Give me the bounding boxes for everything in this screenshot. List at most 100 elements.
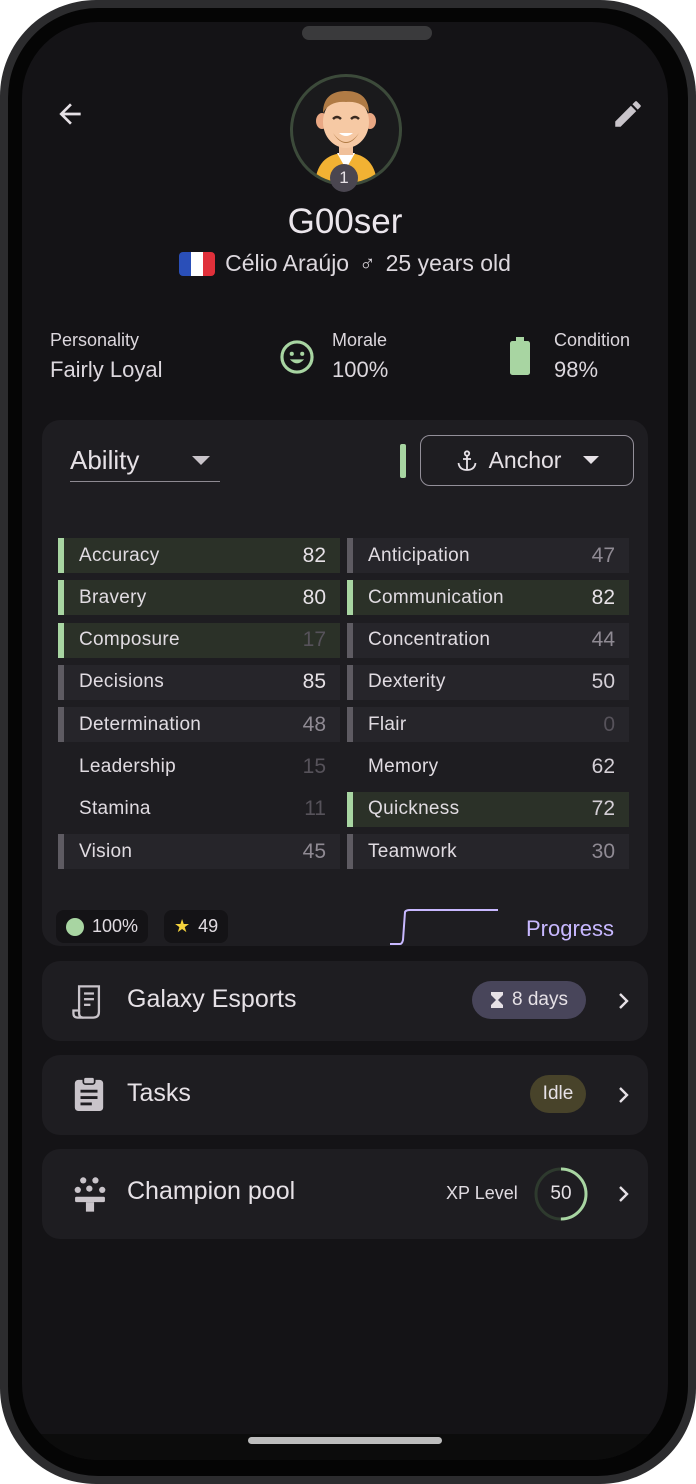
attribute-highlight-bar xyxy=(347,622,353,658)
hourglass-icon xyxy=(491,992,503,1008)
team-name: Galaxy Esports xyxy=(127,985,297,1013)
morale-icon-wrap xyxy=(278,338,316,381)
attribute-value: 85 xyxy=(302,670,326,694)
attribute-value: 48 xyxy=(302,712,326,736)
attribute-row: Concentration 44 xyxy=(347,622,629,658)
attribute-row: Accuracy 82 xyxy=(58,538,340,573)
france-flag-icon xyxy=(179,251,216,276)
attribute-highlight-bar xyxy=(58,538,64,573)
tasks-card[interactable]: Tasks Idle xyxy=(42,1055,648,1135)
xp-level-label: XP Level xyxy=(446,1183,518,1203)
attribute-row: Decisions 85 xyxy=(58,664,340,700)
tasks-title: Tasks xyxy=(127,1079,191,1107)
screen: 1 G00ser Célio Araújo ♂ 25 years old Per… xyxy=(22,22,668,1460)
attribute-row: Flair 0 xyxy=(347,707,629,743)
xp-level-value: 50 xyxy=(550,1183,572,1204)
pencil-icon xyxy=(615,101,641,127)
attribute-name: Concentration xyxy=(368,629,491,651)
personality-value: Fairly Loyal xyxy=(50,357,163,382)
attribute-row: Anticipation 47 xyxy=(347,538,629,573)
attribute-highlight-bar xyxy=(58,664,64,700)
back-button[interactable] xyxy=(50,94,90,134)
attribute-value: 0 xyxy=(603,712,615,736)
attribute-highlight-bar xyxy=(58,834,64,870)
team-contract-card[interactable]: Galaxy Esports 8 days xyxy=(42,961,648,1041)
condition-block: Condition 98% xyxy=(554,330,630,383)
attribute-name: Teamwork xyxy=(368,840,457,862)
attribute-row: Stamina 11 xyxy=(58,792,340,827)
attribute-value: 82 xyxy=(302,543,326,567)
attribute-name: Decisions xyxy=(79,671,165,693)
champion-pool-icon xyxy=(74,1177,106,1212)
home-indicator[interactable] xyxy=(248,1437,442,1444)
champion-pool-card[interactable]: Champion pool XP Level 50 xyxy=(42,1149,648,1239)
attribute-highlight-bar xyxy=(58,580,64,616)
side-button xyxy=(690,212,696,437)
attribute-name: Communication xyxy=(368,586,504,608)
ability-card: Ability Anchor Accuracy 82 Bravery 80 Compos… xyxy=(42,420,648,946)
personality-block: Personality Fairly Loyal xyxy=(50,330,162,383)
attribute-name: Flair xyxy=(368,713,407,735)
attribute-value: 30 xyxy=(591,839,615,863)
attribute-name: Stamina xyxy=(79,798,151,820)
side-button xyxy=(690,497,696,597)
player-subtitle: Célio Araújo ♂ 25 years old xyxy=(22,250,668,277)
gender-icon: ♂ xyxy=(359,250,376,276)
attribute-value: 62 xyxy=(591,755,615,778)
attribute-row: Dexterity 50 xyxy=(347,664,629,700)
task-status-badge: Idle xyxy=(530,1075,586,1113)
condition-label: Condition xyxy=(554,330,631,350)
attribute-row: Memory 62 xyxy=(347,750,629,785)
stars-value: 49 xyxy=(198,916,219,936)
stars-chip: ★ 49 xyxy=(164,910,229,943)
attribute-row: Composure 17 xyxy=(58,622,340,658)
role-color-indicator xyxy=(400,444,406,478)
personality-label: Personality xyxy=(50,330,140,350)
fitness-chip: 100% xyxy=(56,910,149,943)
ability-dropdown-label: Ability xyxy=(70,445,140,475)
attribute-value: 47 xyxy=(591,543,615,567)
chevron-right-icon xyxy=(619,1087,629,1103)
attribute-value: 44 xyxy=(591,628,615,652)
attribute-name: Determination xyxy=(79,713,202,735)
attribute-row: Leadership 15 xyxy=(58,750,340,785)
attribute-name: Vision xyxy=(79,840,133,862)
condition-value: 98% xyxy=(554,357,599,382)
xp-level-ring: 50 xyxy=(533,1166,589,1222)
attribute-name: Dexterity xyxy=(368,671,446,693)
edit-button[interactable] xyxy=(608,94,648,134)
star-icon: ★ xyxy=(174,916,191,936)
attribute-value: 50 xyxy=(591,670,615,694)
contract-remaining: 8 days xyxy=(512,989,568,1010)
clipboard-icon xyxy=(74,1076,104,1111)
chevron-right-icon xyxy=(619,1186,629,1202)
dropdown-arrow-icon xyxy=(583,456,600,465)
player-real-name: Célio Araújo xyxy=(225,250,350,276)
progress-link[interactable]: Progress xyxy=(526,916,614,942)
attribute-name: Bravery xyxy=(79,586,147,608)
player-age: 25 years old xyxy=(385,250,511,276)
top-notch xyxy=(302,26,432,40)
attribute-row: Bravery 80 xyxy=(58,580,340,616)
chevron-right-icon xyxy=(619,993,629,1009)
morale-value: 100% xyxy=(332,357,389,382)
condition-icon-wrap xyxy=(508,336,532,381)
attribute-name: Anticipation xyxy=(368,544,470,566)
happy-face-icon xyxy=(280,340,314,374)
role-dropdown-button[interactable]: Anchor xyxy=(420,435,634,486)
ability-dropdown[interactable]: Ability xyxy=(70,440,220,482)
attribute-row: Quickness 72 xyxy=(347,791,629,827)
back-arrow-icon xyxy=(59,103,81,125)
morale-label: Morale xyxy=(332,330,388,350)
attribute-name: Leadership xyxy=(79,756,177,777)
attribute-row: Teamwork 30 xyxy=(347,834,629,870)
attribute-row: Communication 82 xyxy=(347,580,629,616)
attribute-value: 82 xyxy=(591,585,615,609)
attribute-highlight-bar xyxy=(347,538,353,573)
attribute-value: 11 xyxy=(304,797,326,821)
attribute-value: 45 xyxy=(302,839,326,863)
attribute-highlight-bar xyxy=(58,622,64,658)
attribute-highlight-bar xyxy=(347,707,353,743)
anchor-icon xyxy=(457,449,476,471)
attribute-name: Memory xyxy=(368,756,439,777)
